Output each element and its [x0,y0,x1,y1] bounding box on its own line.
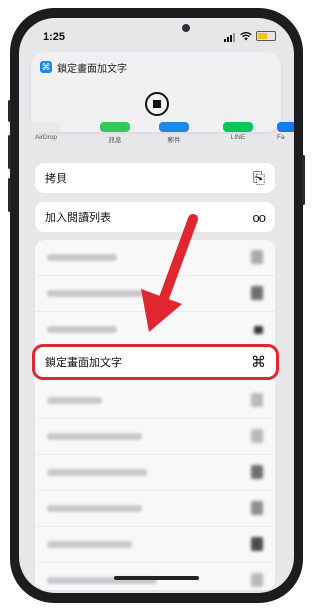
volume-up-button [8,135,11,169]
screen: 1:25 ⌘ 鎖定畫面加文字 AirDrop 訊息 郵件 LINE Fa 拷貝 … [19,18,294,593]
volume-down-button [8,178,11,212]
power-button [302,155,305,205]
mute-switch [8,100,11,122]
home-indicator [114,576,199,580]
annotation-arrow [141,214,198,332]
